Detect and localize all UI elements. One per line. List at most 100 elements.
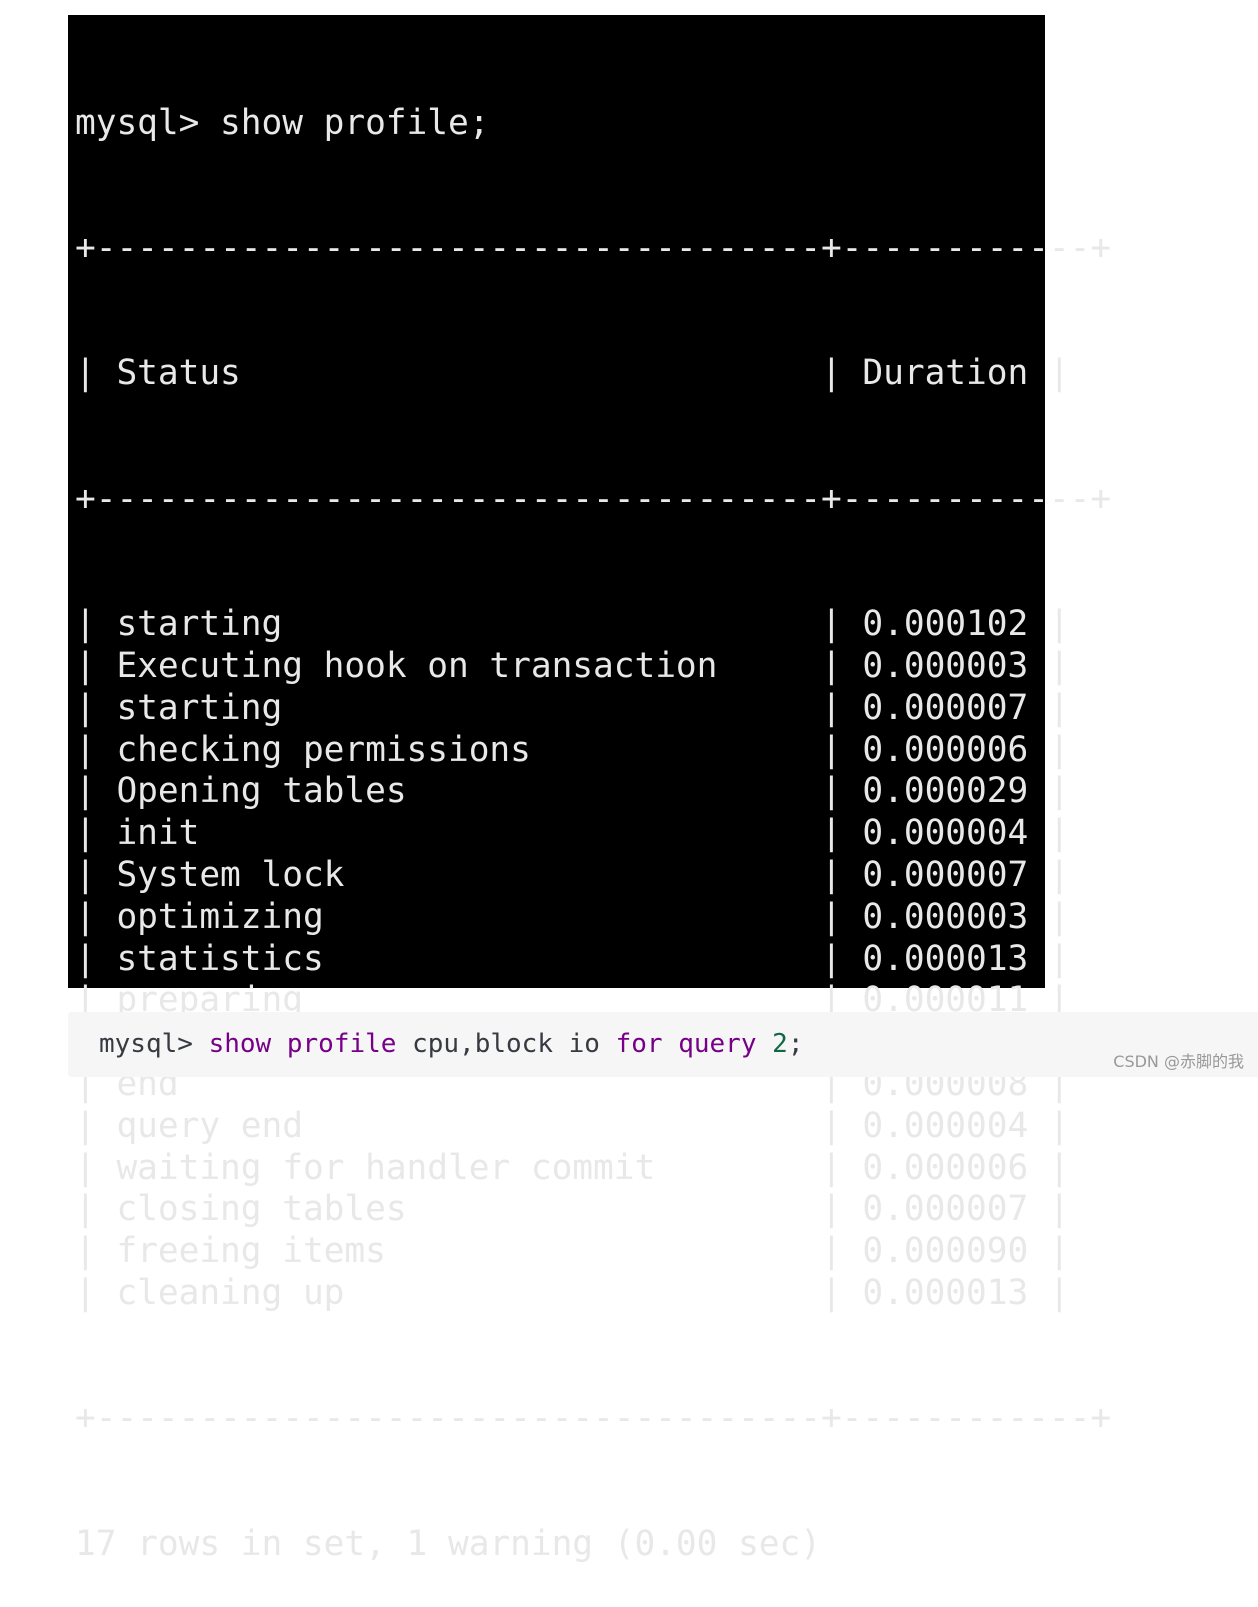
cell-border: | [75, 1189, 117, 1230]
cell-border: | [75, 353, 117, 394]
cell-border: | [1028, 687, 1070, 728]
code-token-kw: query [678, 1029, 757, 1059]
duration-cell: 0.000013 [862, 938, 1029, 979]
table-row: | System lock | 0.000007 | [75, 854, 1070, 897]
cell-border: | [75, 938, 117, 979]
duration-cell: 0.000102 [862, 604, 1029, 645]
status-cell: init [116, 813, 801, 854]
cell-border: | [800, 729, 863, 770]
duration-cell: 0.000003 [862, 645, 1029, 686]
duration-cell: 0.000003 [862, 896, 1029, 937]
cell-border: | [1028, 896, 1070, 937]
cell-border: | [800, 771, 863, 812]
status-cell: statistics [116, 938, 801, 979]
duration-cell: 0.000007 [862, 854, 1029, 895]
table-row: | checking permissions | 0.000006 | [75, 729, 1070, 772]
cell-border: | [75, 729, 117, 770]
table-header-row: | Status | Duration | [75, 353, 1070, 395]
cell-border: | [800, 854, 863, 895]
cell-border: | [75, 854, 117, 895]
code-block: mysql> show profile cpu,block io for que… [68, 1012, 1258, 1077]
cell-border: | [800, 645, 863, 686]
code-token-plain: ; [787, 1029, 804, 1059]
cell-border: | [1028, 729, 1070, 770]
cell-border: | [800, 938, 863, 979]
watermark: CSDN @赤脚的我 [1113, 1052, 1244, 1071]
duration-cell: 0.000013 [862, 1272, 1029, 1313]
cell-border: | [800, 1105, 863, 1146]
code-token-plain: cpu,block io [412, 1029, 600, 1059]
duration-cell: 0.000029 [862, 771, 1029, 812]
table-row: | Executing hook on transaction | 0.0000… [75, 645, 1070, 688]
cell-border: | [75, 813, 117, 854]
cell-border: | [75, 687, 117, 728]
status-cell: waiting for handler commit [116, 1147, 801, 1188]
duration-cell: Duration [862, 353, 1029, 394]
table-row: | closing tables | 0.000007 | [75, 1189, 1070, 1231]
table-border-top: +-----------------------------------+---… [75, 227, 1112, 268]
table-row: | init | 0.000004 | [75, 813, 1070, 855]
code-token-kw: profile [286, 1029, 397, 1059]
duration-cell: 0.000007 [862, 687, 1029, 728]
duration-cell: 0.000004 [862, 1105, 1029, 1146]
table-body: | starting | 0.000102 | | Executing hook … [75, 604, 1070, 1315]
cell-border: | [75, 1147, 117, 1188]
cell-border: | [1028, 813, 1070, 854]
code-prompt: mysql> [99, 1029, 193, 1059]
status-cell: query end [116, 1105, 801, 1146]
cell-border: | [800, 813, 863, 854]
table-row: | statistics | 0.000013 | [75, 938, 1070, 981]
status-cell: Opening tables [116, 771, 801, 812]
status-cell: checking permissions [116, 729, 801, 770]
status-cell: freeing items [116, 1231, 801, 1272]
cell-border: | [800, 1189, 863, 1230]
result-summary: 17 rows in set, 1 warning (0.00 sec) [75, 1523, 821, 1564]
terminal-output: mysql> show profile; +------------------… [68, 15, 1112, 1564]
code-token-kw: show [208, 1029, 272, 1059]
duration-cell: 0.000006 [862, 729, 1029, 770]
cell-border: | [800, 604, 863, 645]
cell-border: | [75, 1231, 117, 1272]
cell-border: | [75, 1272, 117, 1313]
status-cell: Status [116, 353, 801, 394]
cell-border: | [1028, 854, 1070, 895]
cell-border: | [800, 353, 863, 394]
cell-border: | [1028, 1189, 1070, 1230]
status-cell: optimizing [116, 896, 801, 937]
cell-border: | [1028, 604, 1070, 645]
status-cell: cleaning up [116, 1272, 801, 1313]
duration-cell: 0.000090 [862, 1231, 1029, 1272]
cell-border: | [800, 1231, 863, 1272]
code-tokens: show profile cpu,block io for query 2; [209, 1029, 804, 1059]
cell-border: | [75, 896, 117, 937]
cell-border: | [75, 645, 117, 686]
cell-border: | [75, 1105, 117, 1146]
duration-cell: 0.000007 [862, 1189, 1029, 1230]
cell-border: | [800, 1147, 863, 1188]
cell-border: | [1028, 1105, 1070, 1146]
table-row: | query end | 0.000004 | [75, 1105, 1070, 1148]
status-cell: System lock [116, 854, 801, 895]
table-row: | waiting for handler commit | 0.000006 … [75, 1147, 1070, 1190]
cell-border: | [1028, 1231, 1070, 1272]
code-token-kw: for [615, 1029, 663, 1059]
status-cell: starting [116, 687, 801, 728]
cell-border: | [1028, 645, 1070, 686]
cell-border: | [800, 1272, 863, 1313]
cell-border: | [75, 604, 117, 645]
table-row: | cleaning up | 0.000013 | [75, 1272, 1070, 1315]
cell-border: | [1028, 1147, 1070, 1188]
cell-border: | [1028, 1272, 1070, 1313]
table-row: | freeing items | 0.000090 | [75, 1231, 1070, 1273]
table-row: | starting | 0.000102 | [75, 604, 1070, 646]
cell-border: | [800, 687, 863, 728]
cell-border: | [1028, 771, 1070, 812]
status-cell: Executing hook on transaction [116, 645, 801, 686]
table-row: | Opening tables | 0.000029 | [75, 771, 1070, 813]
cell-border: | [75, 771, 117, 812]
cell-border: | [1028, 353, 1070, 394]
duration-cell: 0.000004 [862, 813, 1029, 854]
status-cell: starting [116, 604, 801, 645]
cell-border: | [1028, 938, 1070, 979]
table-border-bottom: +-----------------------------------+---… [75, 1398, 1112, 1439]
